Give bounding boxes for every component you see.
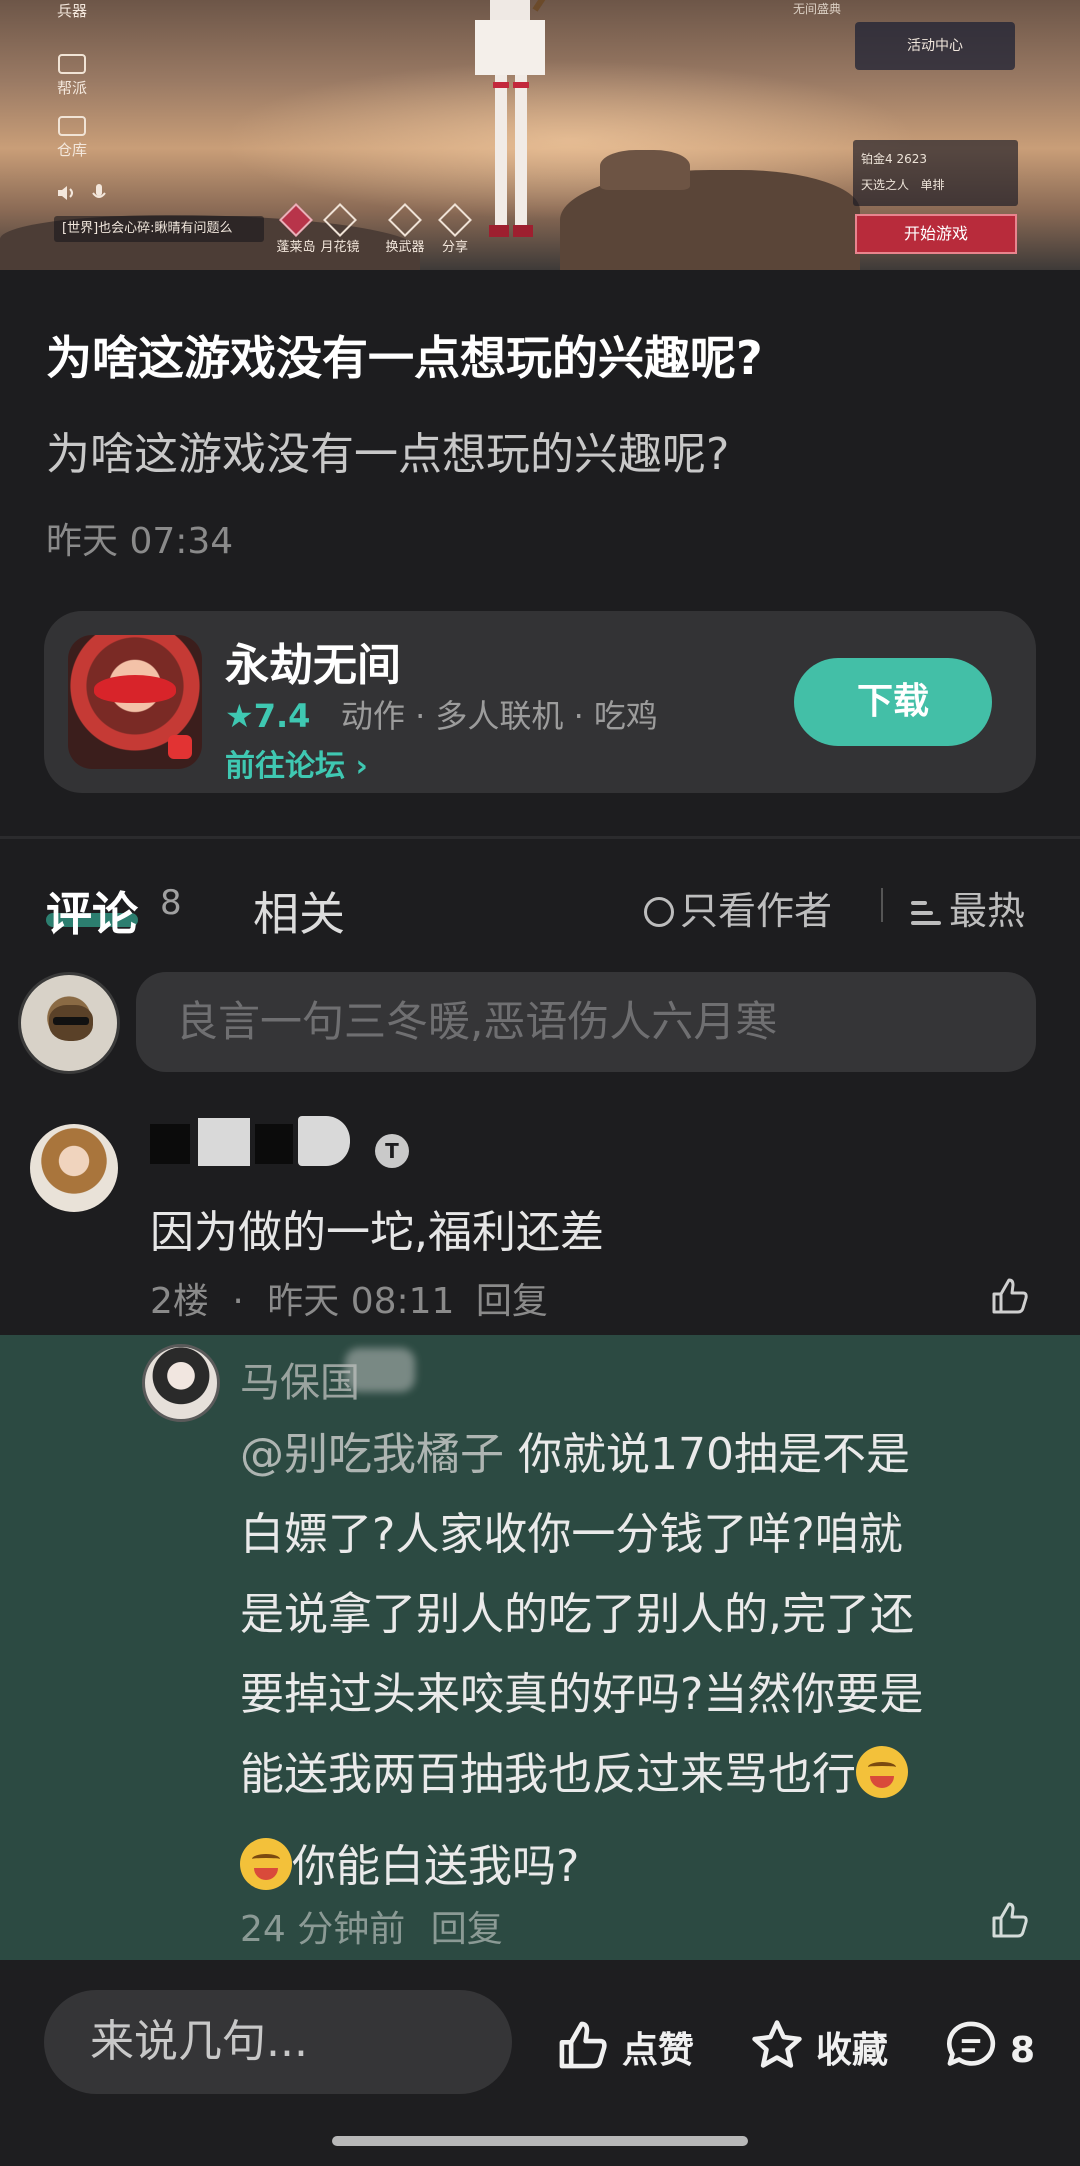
sort-icon [911, 899, 941, 927]
reply-text-line: 你能白送我吗? [240, 1830, 579, 1894]
reply-time: 24 分钟前 [240, 1909, 406, 1950]
home-indicator[interactable] [332, 2136, 748, 2146]
netease-logo-icon [168, 735, 192, 759]
post-body: 为啥这游戏没有一点想玩的兴趣呢? [46, 429, 730, 480]
comment-time: 昨天 08:11 [267, 1281, 455, 1322]
weapon-switch-icon [388, 203, 422, 237]
grin-emoji-icon [856, 1746, 908, 1798]
post-title: 为啥这游戏没有一点想玩的兴趣呢? [46, 331, 763, 385]
world-chat-bar[interactable]: [世界]也会心碎:瞅晴有问题么 [54, 216, 264, 242]
reply-text-line: 能送我两百抽我也反过来骂也行 [240, 1738, 908, 1802]
sort-hot-button[interactable]: 最热 [911, 880, 1025, 935]
sidebar-icon-weapons[interactable]: 兵器 [52, 0, 92, 21]
name-blur-overlay [345, 1348, 415, 1392]
microphone-icon[interactable] [90, 182, 108, 204]
only-author-toggle[interactable]: 只看作者 [644, 880, 832, 935]
mirror-icon [323, 203, 357, 237]
comments-count: 8 [160, 883, 182, 923]
mention-link[interactable]: @别吃我橘子 [240, 1429, 504, 1480]
comment-text: 因为做的一坨,福利还差 [150, 1207, 604, 1258]
replier-avatar[interactable] [142, 1344, 220, 1422]
forum-link[interactable]: 前往论坛 › [225, 741, 368, 785]
download-button[interactable]: 下载 [794, 658, 992, 746]
penglai-icon [279, 203, 313, 237]
thumbs-up-icon[interactable] [988, 1274, 1032, 1318]
comment-floor: 2楼 [150, 1281, 209, 1322]
post-time: 昨天 07:34 [46, 521, 234, 562]
sidebar-icon-storage[interactable]: 仓库 [52, 116, 92, 160]
reply-text-line: 要掉过头来咬真的好吗?当然你要是 [240, 1669, 924, 1720]
storage-icon [58, 116, 86, 136]
comment-reply-button[interactable]: 回复 [476, 1281, 548, 1322]
comments-button[interactable]: 8 [942, 2016, 1035, 2074]
radio-circle-icon [644, 897, 674, 927]
game-app-icon[interactable] [68, 635, 202, 769]
favorite-button[interactable]: 收藏 [748, 2016, 888, 2074]
tab-related[interactable]: 相关 [253, 878, 345, 944]
mid-icon-yuehua[interactable]: 月花镜 [310, 203, 370, 255]
thumbs-up-icon [559, 2021, 607, 2069]
filter-separator [881, 888, 883, 922]
rank-panel[interactable]: 铂金4 2623 天选之人 单排 [853, 140, 1018, 206]
redacted-username [255, 1124, 293, 1164]
commenter-avatar[interactable] [30, 1124, 118, 1212]
comment-meta: 2楼 · 昨天 08:11 回复 [150, 1272, 548, 1324]
redacted-username [150, 1124, 190, 1164]
redacted-username [198, 1118, 250, 1166]
bottom-comment-input[interactable]: 来说几句... [44, 1990, 512, 2094]
speaker-icon[interactable] [55, 182, 77, 204]
meta-dot: · [232, 1281, 244, 1322]
user-badge: T [375, 1134, 409, 1168]
game-card[interactable]: 永劫无间 ★7.4 动作 · 多人联机 · 吃鸡 前往论坛 › 下载 [44, 611, 1036, 793]
redacted-username [298, 1116, 350, 1166]
reply-reply-button[interactable]: 回复 [431, 1909, 503, 1950]
share-icon [438, 203, 472, 237]
mode-row: 天选之人 单排 [861, 178, 945, 192]
game-icon-mask [94, 675, 176, 703]
game-name[interactable]: 永劫无间 [225, 629, 401, 693]
event-center-button[interactable]: 活动中心 [855, 22, 1015, 70]
game-banner-image[interactable]: 兵器 帮派 仓库 [世界]也会心碎:瞅晴有问题么 蓬莱岛 月花镜 换武器 分享 … [0, 0, 1080, 270]
replier-name[interactable]: 马保国 [240, 1350, 360, 1408]
reply-text-line: @别吃我橘子 你就说170抽是不是 [240, 1429, 910, 1480]
reply-text-line: 白嫖了?人家收你一分钱了咩?咱就 [240, 1509, 903, 1560]
start-game-button[interactable]: 开始游戏 [855, 214, 1017, 254]
reply-text-line: 是说拿了别人的吃了别人的,完了还 [240, 1589, 914, 1640]
game-meta: ★7.4 动作 · 多人联机 · 吃鸡 [225, 691, 658, 737]
comment-bubble-icon [946, 2021, 996, 2066]
event-title: 无间盛典 [793, 2, 842, 16]
my-avatar[interactable] [18, 972, 120, 1074]
like-button[interactable]: 点赞 [554, 2016, 694, 2074]
tab-comments[interactable]: 评论 [46, 878, 138, 944]
reply-meta: 24 分钟前 回复 [240, 1900, 503, 1952]
thumbs-up-icon[interactable] [988, 1898, 1032, 1942]
game-rating: ★7.4 [225, 697, 311, 735]
grin-emoji-icon [240, 1838, 292, 1890]
banner-rock [600, 150, 690, 190]
comment-input[interactable]: 良言一句三冬暖,恶语伤人六月寒 [136, 972, 1036, 1072]
game-tags: 动作 · 多人联机 · 吃鸡 [340, 697, 658, 735]
sidebar-icon-guild[interactable]: 帮派 [52, 54, 92, 98]
avatar-glasses [53, 1017, 89, 1025]
mid-icon-share[interactable]: 分享 [425, 203, 485, 255]
rank-text: 铂金4 2623 [861, 152, 927, 166]
star-icon [752, 2020, 802, 2068]
guild-icon [58, 54, 86, 74]
section-divider [0, 836, 1080, 839]
